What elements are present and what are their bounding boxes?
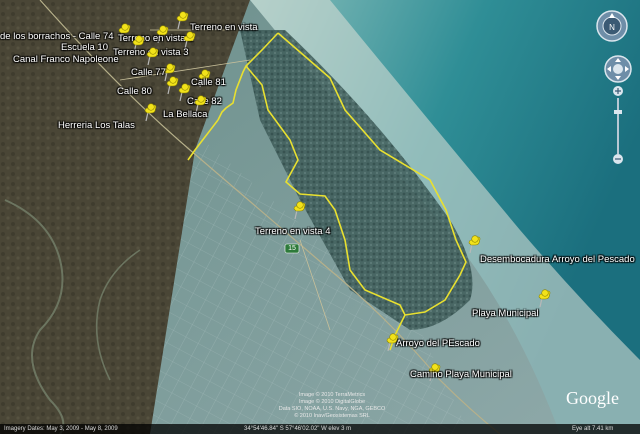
copyright-line: Image © 2010 TerraMetrics: [298, 392, 366, 398]
map-view[interactable]: 15 Terreno en vista de los borrachos - Ca…: [0, 0, 640, 434]
zoom-slider[interactable]: [612, 86, 624, 164]
placemark-label[interactable]: Calle 77: [131, 67, 166, 78]
copyright-line: Data SIO, NOAA, U.S. Navy, NGA, GEBCO: [278, 406, 386, 412]
placemark-pin-icon[interactable]: [466, 234, 482, 254]
route-shield-label: 15: [288, 245, 296, 252]
move-pan-icon[interactable]: [604, 55, 632, 83]
placemark-label[interactable]: Terreno en vista: [190, 22, 258, 33]
placemark-label[interactable]: Terreno en vista 4: [255, 226, 331, 237]
copyright-line: Image © 2010 DigitalGlobe: [298, 399, 366, 405]
placemark-label[interactable]: La Bellaca: [163, 109, 207, 120]
placemark-pin-icon[interactable]: [142, 102, 158, 122]
pointer-coordinates: 34°54'46.84" S 57°46'02.02" W elev 3 m: [244, 426, 352, 432]
placemark-label[interactable]: Calle 81: [191, 77, 226, 88]
placemark-label[interactable]: de los borrachos - Calle 74: [0, 31, 114, 42]
look-around-icon[interactable]: N: [596, 10, 628, 42]
copyright-line: © 2010 Inav/Geosistemas SRL: [294, 413, 370, 419]
google-logo: Google: [566, 388, 619, 408]
placemark-label[interactable]: Arroyo del PEscado: [396, 338, 480, 349]
placemark-label[interactable]: Desembocadura Arroyo del Pescado: [480, 254, 635, 265]
svg-text:N: N: [609, 23, 615, 32]
placemark-pin-icon[interactable]: [174, 10, 190, 30]
imagery-dates: Imagery Dates: May 3, 2009 - May 8, 2009: [4, 426, 118, 432]
eye-altitude: Eye alt 7.41 km: [572, 426, 614, 432]
status-bar: Imagery Dates: May 3, 2009 - May 8, 2009…: [0, 424, 640, 434]
imagery-copyright: Image © 2010 TerraMetrics Image © 2010 D…: [262, 392, 402, 420]
placemark-label[interactable]: Escuela 10: [61, 42, 108, 53]
placemark-pin-icon[interactable]: [536, 288, 552, 308]
placemark-label[interactable]: Playa Municipal: [472, 308, 539, 319]
placemark-label[interactable]: Canal Franco Napoleone: [13, 54, 119, 65]
placemark-label[interactable]: Herreria Los Talas: [58, 120, 135, 131]
placemark-label[interactable]: Camino Playa Municipal: [410, 369, 512, 380]
placemark-label[interactable]: Calle 80: [117, 86, 152, 97]
satellite-imagery: [0, 0, 640, 434]
placemark-pin-icon[interactable]: [144, 46, 160, 66]
placemark-pin-icon[interactable]: [291, 200, 307, 220]
